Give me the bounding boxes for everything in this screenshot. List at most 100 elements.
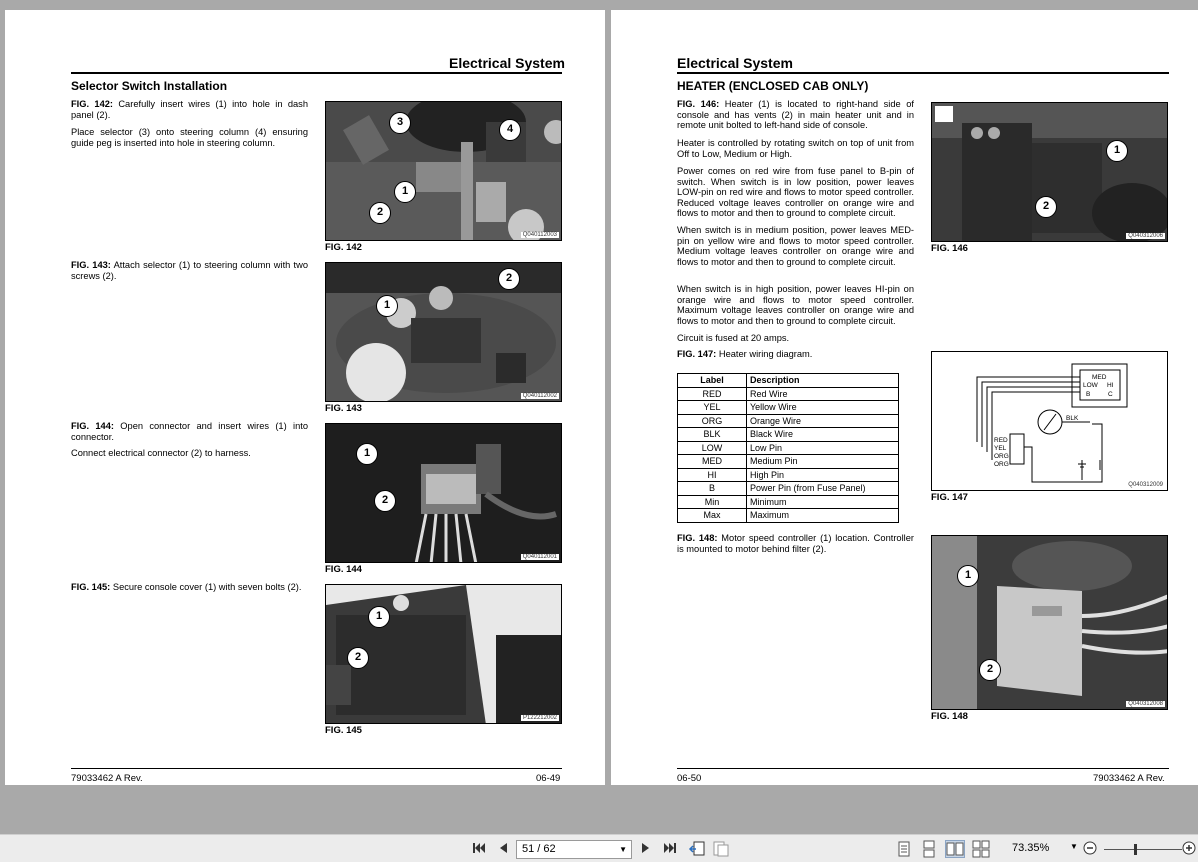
continuous-page-icon[interactable] — [920, 840, 938, 858]
callout-2: 2 — [498, 268, 520, 290]
figure-code: Q040112001 — [520, 554, 559, 560]
first-page-icon[interactable] — [470, 840, 488, 858]
callout-2: 2 — [347, 647, 369, 669]
diagram-label: YEL — [994, 445, 1007, 452]
page-number-input[interactable]: 51 / 62 ▼ — [516, 840, 632, 859]
figure-146-illustration — [932, 103, 1167, 241]
footer-doc-number: 79033462 A Rev. — [71, 773, 143, 784]
section-title: HEATER (ENCLOSED CAB ONLY) — [677, 79, 869, 93]
table-row: Max Maximum — [677, 508, 899, 523]
figure-label-148: FIG. 148 — [931, 711, 968, 722]
table-cell: Low Pin — [746, 440, 899, 455]
figure-142-illustration — [326, 102, 561, 240]
table-cell: LOW — [677, 440, 747, 455]
diagram-label: RED — [994, 437, 1008, 444]
header-rule — [71, 72, 562, 74]
section-title: Selector Switch Installation — [71, 79, 228, 93]
footer-page-number: 06-49 — [536, 773, 561, 784]
table-cell: High Pin — [746, 467, 899, 482]
diagram-label: BLK — [1066, 415, 1079, 422]
diagram-label: MED — [1092, 374, 1107, 381]
figure-label-147: FIG. 147 — [931, 492, 968, 503]
diagram-label: B — [1086, 391, 1090, 398]
table-cell: Max — [677, 508, 747, 523]
zoom-slider-thumb[interactable] — [1134, 844, 1137, 855]
callout-2: 2 — [979, 659, 1001, 681]
table-cell: MED — [677, 454, 747, 469]
paragraph-fig142: FIG. 142: Carefully insert wires (1) int… — [71, 99, 308, 120]
figure-label-144: FIG. 144 — [325, 564, 362, 575]
table-row: BLK Black Wire — [677, 427, 899, 442]
callout-3: 3 — [389, 112, 411, 134]
callout-1: 1 — [957, 565, 979, 587]
wiring-diagram: MED LOW HI B C BLK RED YEL ORG ORG — [976, 363, 1128, 483]
table-cell: HI — [677, 467, 747, 482]
paragraph-fig147: FIG. 147: Heater wiring diagram. — [677, 349, 813, 359]
table-cell: ORG — [677, 413, 747, 428]
figure-label-145: FIG. 145 — [325, 725, 362, 736]
paragraph-fig142-b: Place selector (3) onto steering column … — [71, 127, 308, 148]
paragraph-low-position: Power comes on red wire from fuse panel … — [677, 166, 914, 218]
callout-4: 4 — [499, 119, 521, 141]
facing-pages-icon[interactable] — [945, 840, 965, 858]
figure-143-image: 2 1 Q040112002 — [325, 262, 562, 402]
figure-label-146: FIG. 146 — [931, 243, 968, 254]
callout-1: 1 — [394, 181, 416, 203]
next-page-icon[interactable] — [637, 840, 655, 858]
table-cell: Yellow Wire — [746, 400, 899, 415]
figure-code: Q040312008 — [1126, 701, 1165, 707]
viewer-toolbar: 51 / 62 ▼ 73.35% ▼ — [0, 834, 1198, 862]
table-header-label: Label — [677, 373, 747, 388]
paragraph-fig148: FIG. 148: Motor speed controller (1) loc… — [677, 533, 914, 554]
callout-1: 1 — [376, 295, 398, 317]
zoom-level-input[interactable]: 73.35% — [1012, 842, 1049, 854]
table-header-description: Description — [746, 373, 899, 388]
figure-code: Q040112002 — [520, 393, 559, 399]
figure-code: Q040312009 — [1126, 482, 1165, 488]
table-row: HI High Pin — [677, 467, 899, 482]
header-rule — [677, 72, 1169, 74]
zoom-in-icon[interactable] — [1180, 840, 1198, 858]
callout-1: 1 — [368, 606, 390, 628]
figure-145-image: 1 2 P122212002 — [325, 584, 562, 724]
zoom-dropdown-icon[interactable]: ▼ — [1070, 842, 1078, 851]
table-row: B Power Pin (from Fuse Panel) — [677, 481, 899, 496]
table-header-row: Label Description — [677, 373, 899, 388]
paragraph-fig143: FIG. 143: Attach selector (1) to steerin… — [71, 260, 308, 281]
zoom-out-icon[interactable] — [1081, 840, 1099, 858]
callout-1: 1 — [1106, 140, 1128, 162]
zoom-slider-track[interactable] — [1104, 849, 1182, 850]
continuous-facing-icon[interactable] — [972, 840, 990, 858]
table-row: MED Medium Pin — [677, 454, 899, 469]
figure-label-143: FIG. 143 — [325, 403, 362, 414]
table-row: RED Red Wire — [677, 386, 899, 401]
diagram-label: ORG — [994, 461, 1009, 468]
table-cell: Min — [677, 494, 747, 509]
diagram-label: C — [1108, 391, 1113, 398]
paragraph-fig146: FIG. 146: Heater (1) is located to right… — [677, 99, 914, 130]
callout-2: 2 — [1035, 196, 1057, 218]
single-page-icon[interactable] — [895, 840, 913, 858]
last-page-icon[interactable] — [661, 840, 679, 858]
previous-page-icon[interactable] — [494, 840, 512, 858]
paragraph-fig144: FIG. 144: Open connector and insert wire… — [71, 421, 308, 442]
figure-142-image: 3 4 1 2 Q040112003 — [325, 101, 562, 241]
callout-1: 1 — [356, 443, 378, 465]
wiring-legend-table: Label Description RED Red Wire YEL Yellow … — [677, 373, 899, 523]
next-view-icon[interactable] — [712, 840, 730, 858]
table-row: YEL Yellow Wire — [677, 400, 899, 415]
figure-148-illustration — [932, 536, 1167, 709]
table-cell: RED — [677, 386, 747, 401]
table-cell: BLK — [677, 427, 747, 442]
table-cell: Medium Pin — [746, 454, 899, 469]
figure-code: P122212002 — [520, 715, 559, 721]
paragraph-heater-control: Heater is controlled by rotating switch … — [677, 138, 914, 159]
footer-rule — [71, 768, 562, 769]
chevron-down-icon[interactable]: ▼ — [619, 841, 627, 858]
table-cell: Maximum — [746, 508, 899, 523]
previous-view-icon[interactable] — [688, 840, 706, 858]
table-row: ORG Orange Wire — [677, 413, 899, 428]
paragraph-fig145: FIG. 145: Secure console cover (1) with … — [71, 582, 302, 592]
figure-146-image: 1 2 Q040312006 — [931, 102, 1168, 242]
paragraph-fuse: Circuit is fused at 20 amps. — [677, 333, 790, 343]
